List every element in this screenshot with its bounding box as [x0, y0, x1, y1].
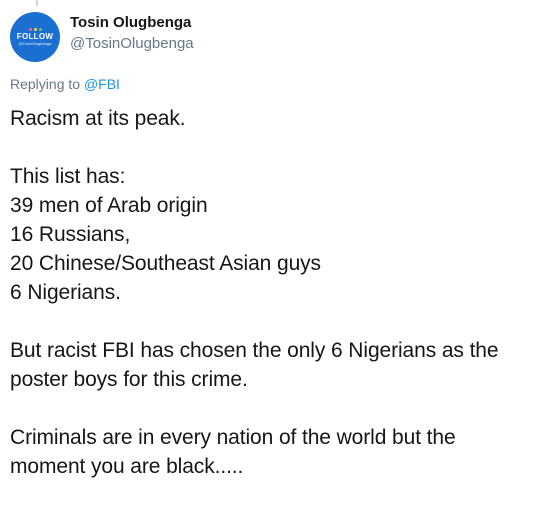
- avatar-sub-text: @TosinOlugbenga: [18, 41, 52, 46]
- avatar[interactable]: FOLLOW @TosinOlugbenga: [10, 12, 60, 62]
- avatar-dots-icon: [28, 28, 42, 31]
- author-handle[interactable]: @TosinOlugbenga: [70, 34, 194, 54]
- tweet-line: This list has:: [10, 165, 126, 188]
- author-display-name[interactable]: Tosin Olugbenga: [70, 13, 191, 33]
- tweet-line: [10, 133, 550, 162]
- tweet-line: moment you are black.....: [10, 455, 244, 478]
- tweet-line: 20 Chinese/Southeast Asian guys: [10, 252, 321, 275]
- tweet-line: But racist FBI has chosen the only 6 Nig…: [10, 339, 499, 362]
- tweet-text: Racism at its peak. This list has: 39 men…: [10, 104, 550, 481]
- tweet-line: 6 Nigerians.: [10, 281, 121, 304]
- tweet-line: Racism at its peak.: [10, 107, 186, 130]
- tweet-line: [10, 394, 550, 423]
- tweet-line: 39 men of Arab origin: [10, 194, 208, 217]
- replying-to-mention-link[interactable]: @FBI: [84, 76, 120, 92]
- tweet-line: Criminals are in every nation of the wor…: [10, 426, 456, 449]
- tweet-line: [10, 307, 550, 336]
- tweet-line: poster boys for this crime.: [10, 368, 248, 391]
- replying-to-label: Replying to: [10, 76, 84, 92]
- thread-connector-line: [36, 0, 38, 6]
- replying-to: Replying to @FBI: [10, 74, 120, 94]
- avatar-main-text: FOLLOW: [16, 32, 54, 41]
- tweet-line: 16 Russians,: [10, 223, 131, 246]
